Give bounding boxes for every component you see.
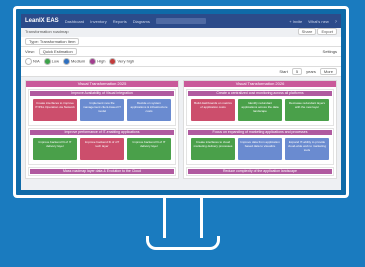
breadcrumb-title[interactable]: Transformation roadmap (25, 29, 69, 36)
app-logo[interactable]: LeanIX EAS (25, 18, 59, 24)
legend-item[interactable]: High (89, 58, 105, 65)
legend-row: N/A Low Medium High Very high (21, 57, 341, 67)
objective-header[interactable]: Mass roadmap layer data & Evolution to t… (30, 169, 174, 174)
legend-item[interactable]: Very high (109, 58, 134, 65)
view-label: View: (25, 49, 35, 54)
whats-new-link[interactable]: What's new (308, 19, 329, 24)
initiative-card[interactable]: Implement new file management client-bas… (80, 99, 124, 121)
column-header[interactable]: Visual Transformation 2025 (26, 81, 178, 87)
settings-button[interactable]: Settings (323, 49, 337, 54)
roadmap-grid: Visual Transformation 2025 Improve Availa… (21, 77, 341, 182)
app-screen: LeanIX EAS Dashboard Inventory Reports D… (21, 14, 341, 190)
initiative-card[interactable]: Create interfaces to cloud marketing del… (191, 138, 235, 160)
export-button[interactable]: Export (317, 28, 337, 35)
legend-item[interactable]: N/A (25, 58, 40, 65)
initiative-card[interactable]: Improve backend fit of xIT tech layer (80, 138, 124, 160)
timeline-controls: Start 5 years More (21, 67, 341, 77)
initiative-card[interactable]: Decide on system applications & infrastr… (127, 99, 171, 121)
type-filter-row: Type: Transformation Item (21, 37, 341, 47)
initiative-card[interactable]: Improve data from application based data… (238, 138, 282, 160)
top-navigation-bar: LeanIX EAS Dashboard Inventory Reports D… (21, 14, 341, 28)
card-row: Create interfaces to improve IT/P&L Oper… (30, 96, 174, 124)
legend-label: Low (51, 58, 60, 64)
objective-group: Create a centralized cost monitoring acr… (186, 89, 334, 126)
years-select[interactable]: 5 (291, 68, 303, 75)
roadmap-column: Visual Transformation 2026 Create a centr… (183, 80, 337, 179)
objective-group: Mass roadmap layer data & Evolution to t… (28, 167, 176, 176)
legend-item[interactable]: Low (43, 58, 60, 65)
objective-group: Improve performance of IT-enabling appli… (28, 128, 176, 165)
breadcrumb: Transformation roadmap Share Export (21, 28, 341, 37)
monitor-stand-neck (163, 198, 203, 238)
initiative-card[interactable]: Build dashboards on metrics of applicati… (191, 99, 235, 121)
legend-label: N/A (33, 58, 40, 64)
objective-header[interactable]: Reduce complexity of the application lan… (188, 169, 332, 174)
type-filter[interactable]: Type: Transformation Item (25, 38, 80, 45)
card-row: Improve backend fit of IT delivery layer… (30, 135, 174, 163)
initiative-card[interactable]: Improve backend fit of IT delivery layer (33, 138, 77, 160)
objective-group: Improve Availability of Visual Integrati… (28, 89, 176, 126)
invite-button[interactable]: + Invite (289, 19, 302, 24)
initiative-card[interactable]: Decrease redundant layers with the new l… (285, 99, 329, 121)
initiative-card[interactable]: Identify redundant applications across t… (238, 99, 282, 121)
monitor-stand-base (146, 236, 220, 250)
initiative-card[interactable]: Expand IT-ability to provide cloud-wide … (285, 138, 329, 160)
legend-dot-icon (89, 58, 97, 65)
nav-diagrams[interactable]: Diagrams (133, 19, 150, 24)
share-button[interactable]: Share (297, 28, 317, 35)
view-row: View: Quick Estimation Settings (21, 47, 341, 57)
nav-inventory[interactable]: Inventory (90, 19, 106, 24)
roadmap-column: Visual Transformation 2025 Improve Availa… (25, 80, 179, 179)
initiative-card[interactable]: Improve backend fit of IT delivery layer (127, 138, 171, 160)
nav-reports[interactable]: Reports (113, 19, 127, 24)
years-label: years (306, 69, 316, 74)
card-row: Create interfaces to cloud marketing del… (188, 135, 332, 163)
view-select[interactable]: Quick Estimation (38, 48, 77, 55)
legend-label: Very high (117, 58, 135, 64)
more-button[interactable]: More (319, 68, 337, 75)
legend-label: High (97, 58, 106, 64)
start-label: Start (279, 69, 288, 74)
nav-dashboard[interactable]: Dashboard (65, 19, 85, 24)
legend-item[interactable]: Medium (63, 58, 85, 65)
objective-group: Focus on expanding of marketing applicat… (186, 128, 334, 165)
help-icon[interactable]: ? (335, 19, 337, 24)
legend-dot-icon (25, 58, 32, 65)
global-search-input[interactable] (155, 18, 206, 24)
objective-group: Reduce complexity of the application lan… (186, 167, 334, 176)
monitor-frame: LeanIX EAS Dashboard Inventory Reports D… (13, 6, 349, 198)
legend-label: Medium (71, 58, 86, 64)
legend-dot-icon (43, 58, 51, 65)
column-header[interactable]: Visual Transformation 2026 (184, 81, 336, 87)
card-row: Build dashboards on metrics of applicati… (188, 96, 332, 124)
initiative-card[interactable]: Create interfaces to improve IT/P&L Oper… (33, 99, 77, 121)
legend-dot-icon (109, 58, 117, 65)
legend-dot-icon (63, 58, 71, 65)
